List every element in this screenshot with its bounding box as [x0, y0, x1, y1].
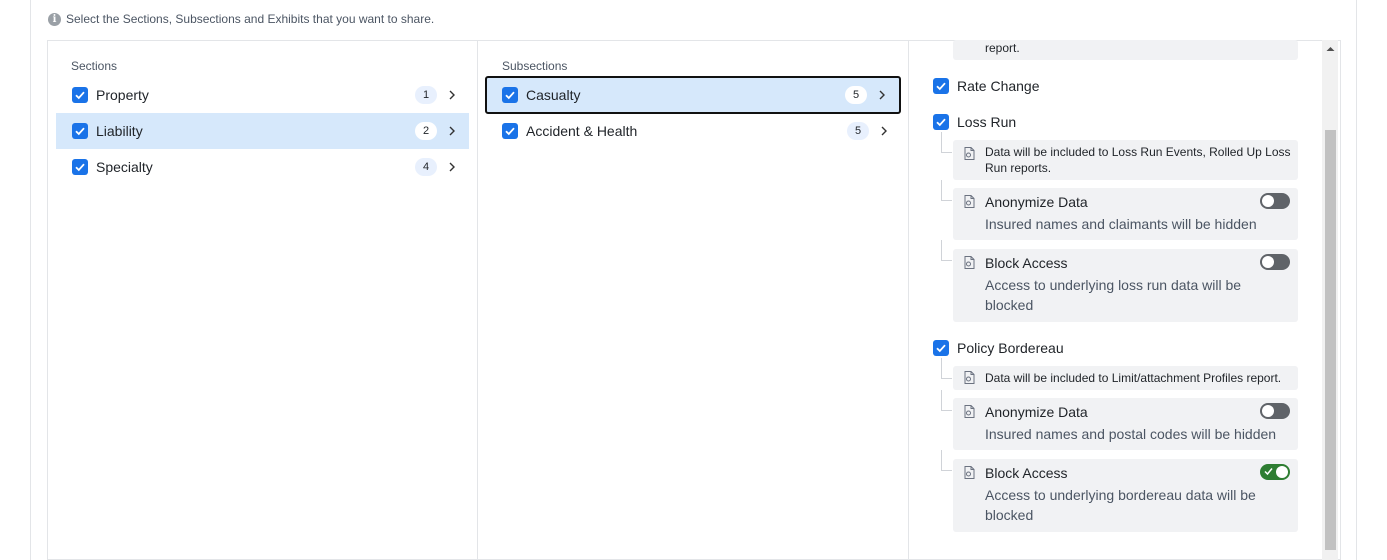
document-icon	[964, 195, 975, 208]
chevron-right-icon[interactable]	[445, 124, 459, 138]
policy-bordereau-anonymize-card: Anonymize Data Insured names and postal …	[953, 398, 1298, 450]
desc-line: blocked	[985, 297, 1034, 313]
liability-checkbox[interactable]	[72, 123, 88, 139]
subsection-label: Casualty	[526, 87, 581, 103]
exhibit-label: Loss Run	[957, 114, 1017, 130]
block-access-toggle[interactable]	[1260, 254, 1290, 270]
block-access-toggle[interactable]	[1260, 464, 1290, 480]
subsection-label: Accident & Health	[526, 123, 638, 139]
option-desc: Insured names and postal codes will be h…	[985, 426, 1277, 442]
count-badge: 5	[845, 86, 867, 104]
chevron-right-icon[interactable]	[875, 88, 889, 102]
info-icon: i	[48, 12, 61, 26]
exhibit-label: Policy Bordereau	[957, 340, 1064, 356]
anonymize-toggle[interactable]	[1260, 193, 1290, 209]
chevron-right-icon[interactable]	[877, 124, 891, 138]
document-icon	[964, 256, 975, 269]
document-icon	[964, 466, 975, 479]
tree-connector	[941, 390, 952, 411]
desc-line: Access to underlying bordereau data will…	[985, 487, 1256, 503]
property-checkbox[interactable]	[72, 87, 88, 103]
note-line: Data will be included to Limit/attachmen…	[985, 371, 1282, 385]
subsections-title: Subsections	[502, 59, 568, 73]
tree-connector	[941, 180, 952, 201]
section-item-liability[interactable]: Liability 2	[56, 113, 469, 149]
option-desc: Access to underlying bordereau data will…	[985, 485, 1256, 525]
document-icon	[964, 371, 975, 384]
tree-connector	[941, 132, 952, 153]
scrollbar-thumb[interactable]	[1325, 130, 1336, 550]
chevron-right-icon[interactable]	[445, 88, 459, 102]
loss-run-anonymize-card: Anonymize Data Insured names and claiman…	[953, 188, 1298, 240]
count-badge: 4	[415, 158, 437, 176]
sections-title: Sections	[71, 59, 118, 73]
tree-connector	[941, 240, 952, 261]
check-icon	[1264, 468, 1273, 476]
column-divider	[908, 40, 909, 560]
section-label: Specialty	[96, 159, 153, 175]
accident-health-checkbox[interactable]	[502, 123, 518, 139]
note-line: Data will be included to Loss Run Events…	[985, 145, 1291, 159]
desc-line: Access to underlying loss run data will …	[985, 277, 1242, 293]
exhibit-loss-run[interactable]: Loss Run	[933, 114, 1016, 130]
chevron-right-icon[interactable]	[445, 160, 459, 174]
partial-note-text: report.	[985, 41, 1020, 55]
policy-bordereau-checkbox[interactable]	[933, 340, 949, 356]
count-badge: 2	[415, 122, 437, 140]
casualty-checkbox[interactable]	[502, 87, 518, 103]
info-hint: i Select the Sections, Subsections and E…	[48, 12, 434, 26]
option-title: Block Access	[985, 465, 1068, 481]
section-item-property[interactable]: Property 1	[56, 77, 469, 113]
section-label: Liability	[96, 123, 143, 139]
note-line: Run reports.	[985, 161, 1052, 175]
loss-run-block-card: Block Access Access to underlying loss r…	[953, 249, 1298, 322]
option-title: Block Access	[985, 255, 1068, 271]
section-label: Property	[96, 87, 149, 103]
document-icon	[964, 405, 975, 418]
option-desc: Insured names and claimants will be hidd…	[985, 216, 1257, 232]
policy-bordereau-note-card: Data will be included to Limit/attachmen…	[953, 366, 1298, 390]
loss-run-checkbox[interactable]	[933, 114, 949, 130]
partial-note-card: report.	[953, 40, 1298, 60]
section-item-specialty[interactable]: Specialty 4	[56, 149, 469, 185]
tree-connector	[941, 450, 952, 471]
specialty-checkbox[interactable]	[72, 159, 88, 175]
exhibit-rate-change[interactable]: Rate Change	[933, 78, 1040, 94]
subsection-item-accident-health[interactable]: Accident & Health 5	[485, 113, 901, 149]
column-divider	[477, 40, 478, 560]
option-title: Anonymize Data	[985, 404, 1088, 420]
tree-connector	[941, 358, 952, 379]
policy-bordereau-block-card: Block Access Access to underlying border…	[953, 459, 1298, 532]
option-desc: Access to underlying loss run data will …	[985, 275, 1241, 315]
count-badge: 5	[847, 122, 869, 140]
loss-run-note-card: Data will be included to Loss Run Events…	[953, 140, 1298, 180]
anonymize-toggle[interactable]	[1260, 403, 1290, 419]
document-icon	[964, 147, 975, 160]
scroll-up-arrow-icon[interactable]	[1325, 44, 1336, 54]
exhibit-label: Rate Change	[957, 78, 1040, 94]
exhibit-policy-bordereau[interactable]: Policy Bordereau	[933, 340, 1064, 356]
info-text: Select the Sections, Subsections and Exh…	[66, 12, 435, 26]
count-badge: 1	[415, 86, 437, 104]
desc-line: blocked	[985, 507, 1034, 523]
subsection-item-casualty[interactable]: Casualty 5	[485, 76, 901, 114]
rate-change-checkbox[interactable]	[933, 78, 949, 94]
option-title: Anonymize Data	[985, 194, 1088, 210]
